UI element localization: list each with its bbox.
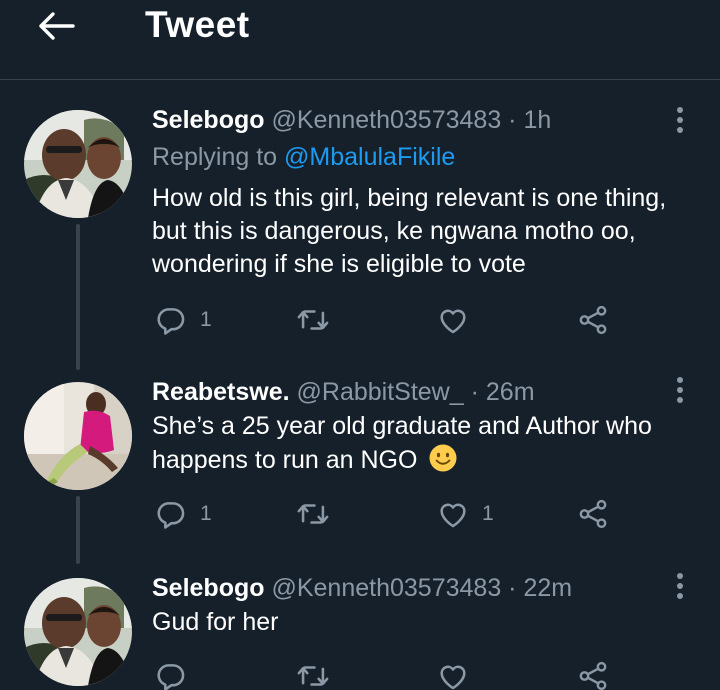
share-button[interactable] — [576, 494, 610, 534]
retweet-button[interactable] — [296, 300, 342, 340]
tweet-header: Selebogo @Kenneth03573483 · 1h — [152, 106, 551, 135]
text-line: but this is dangerous, ke ngwana motho o… — [152, 217, 636, 245]
user-avatar-image — [24, 578, 132, 686]
separator-dot: · — [508, 574, 517, 602]
user-handle[interactable]: @Kenneth03573483 — [271, 106, 501, 134]
more-options-button[interactable] — [668, 569, 692, 603]
reply-button[interactable]: 1 — [154, 300, 212, 340]
text-line: How old is this girl, being relevant is … — [152, 184, 667, 212]
more-options-button[interactable] — [668, 103, 692, 137]
like-button[interactable]: 1 — [436, 494, 494, 534]
action-bar — [152, 656, 622, 690]
tweet-header: Reabetswe. @RabbitStew_ · 26m — [152, 378, 535, 407]
tweet-text: She’s a 25 year old graduate and Author … — [152, 410, 692, 477]
heart-icon — [436, 659, 470, 690]
replying-to-label: Replying to — [152, 143, 278, 171]
reply-icon — [154, 659, 188, 690]
top-bar: Tweet — [0, 0, 720, 80]
user-handle[interactable]: @Kenneth03573483 — [271, 574, 501, 602]
avatar[interactable] — [24, 110, 132, 218]
heart-icon — [436, 303, 470, 337]
timestamp[interactable]: 22m — [523, 574, 572, 602]
heart-icon — [436, 497, 470, 531]
user-avatar-image — [24, 382, 132, 490]
thread-line — [76, 224, 80, 370]
header-divider — [0, 79, 720, 80]
separator-dot: · — [470, 378, 479, 406]
thread-line — [76, 496, 80, 564]
back-button[interactable] — [30, 6, 82, 46]
mention-link[interactable]: @MbalulaFikile — [284, 143, 455, 171]
display-name[interactable]: Reabetswe. — [152, 378, 290, 406]
separator-dot: · — [508, 106, 517, 134]
text-line: She’s a 25 year old graduate and Author … — [152, 412, 652, 440]
tweet-text: How old is this girl, being relevant is … — [152, 182, 692, 281]
avatar[interactable] — [24, 382, 132, 490]
share-icon — [576, 659, 610, 690]
share-icon — [576, 497, 610, 531]
reply-count: 1 — [200, 308, 212, 331]
like-count: 1 — [482, 502, 494, 525]
like-button[interactable] — [436, 656, 482, 690]
reply-button[interactable]: 1 — [154, 494, 212, 534]
action-bar: 1 1 — [152, 494, 622, 534]
retweet-icon — [296, 659, 330, 690]
text-line: wondering if she is eligible to vote — [152, 250, 526, 278]
avatar[interactable] — [24, 578, 132, 686]
share-button[interactable] — [576, 656, 610, 690]
share-icon — [576, 303, 610, 337]
more-options-button[interactable] — [668, 373, 692, 407]
timestamp[interactable]: 26m — [486, 378, 535, 406]
reply-button[interactable] — [154, 656, 200, 690]
share-button[interactable] — [576, 300, 610, 340]
user-avatar-image — [24, 110, 132, 218]
retweet-button[interactable] — [296, 656, 342, 690]
page-title: Tweet — [145, 4, 250, 45]
text-line-with-emoji: happens to run an NGO — [152, 443, 692, 477]
reply-icon — [154, 497, 188, 531]
user-handle[interactable]: @RabbitStew_ — [297, 378, 464, 406]
back-arrow-icon — [39, 12, 75, 40]
like-button[interactable] — [436, 300, 482, 340]
text-line: Gud for her — [152, 608, 279, 636]
reply-icon — [154, 303, 188, 337]
action-bar: 1 — [152, 300, 622, 340]
slightly-smiling-face-icon — [428, 443, 458, 473]
display-name[interactable]: Selebogo — [152, 574, 265, 602]
text-line: happens to run an NGO — [152, 446, 418, 474]
retweet-icon — [296, 303, 330, 337]
tweet-text: Gud for her — [152, 606, 692, 639]
tweet-header: Selebogo @Kenneth03573483 · 22m — [152, 574, 572, 603]
display-name[interactable]: Selebogo — [152, 106, 265, 134]
replying-to: Replying to @MbalulaFikile — [152, 143, 455, 172]
timestamp[interactable]: 1h — [523, 106, 551, 134]
reply-count: 1 — [200, 502, 212, 525]
retweet-button[interactable] — [296, 494, 342, 534]
retweet-icon — [296, 497, 330, 531]
